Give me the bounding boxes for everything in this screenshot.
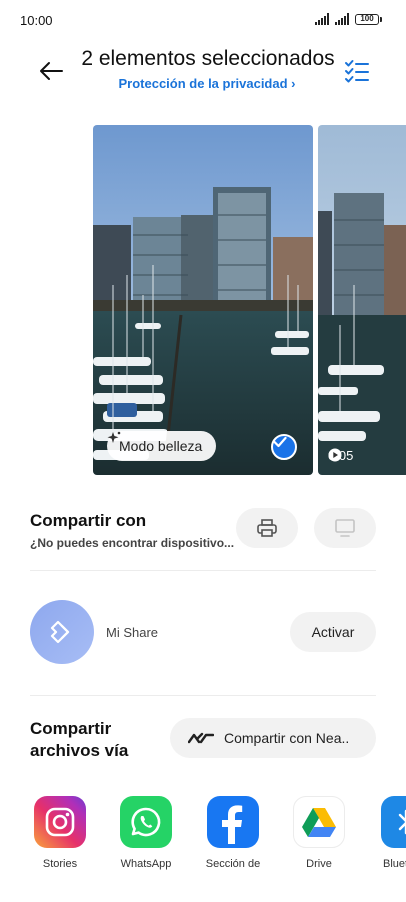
app-bluetooth[interactable]: Bluet (366, 796, 406, 870)
mi-share-row: Mi Share Activar (30, 600, 376, 664)
screen-icon (335, 519, 355, 537)
harbor-photo (93, 125, 313, 475)
status-time: 10:00 (20, 13, 53, 28)
signal-icon-2 (335, 13, 349, 25)
selected-check-badge[interactable] (271, 434, 297, 460)
app-label: Sección de (205, 858, 261, 870)
nearby-share-label: Compartir con Nea.. (224, 730, 350, 746)
status-bar: 10:00 100 (0, 0, 406, 40)
divider (30, 695, 376, 696)
nearby-share-icon (188, 732, 214, 744)
cast-screen-button[interactable] (314, 508, 376, 548)
mi-share-label: Mi Share (106, 625, 159, 640)
beauty-mode-label: Modo belleza (119, 438, 203, 454)
selected-video[interactable]: 0:05 (318, 125, 406, 475)
play-icon (328, 448, 342, 462)
share-with-section: Compartir con ¿No puedes encontrar dispo… (30, 508, 376, 558)
media-strip: Modo belleza (93, 125, 406, 475)
google-drive-icon (293, 796, 345, 848)
activate-button[interactable]: Activar (290, 612, 376, 652)
video-duration: 0:05 (328, 448, 353, 463)
app-instagram[interactable]: Stories (20, 796, 100, 870)
share-files-section: Compartir archivos vía Compartir con Nea… (30, 718, 376, 764)
app-label: Bluet (383, 858, 406, 870)
privacy-link-label: Protección de la privacidad (118, 76, 288, 91)
battery-level: 100 (355, 14, 379, 25)
header: 2 elementos seleccionados Protección de … (0, 40, 406, 110)
app-label: Stories (42, 858, 78, 870)
share-with-subtitle[interactable]: ¿No puedes encontrar dispositivo... (30, 536, 234, 550)
selected-photo[interactable]: Modo belleza (93, 125, 313, 475)
facebook-icon (207, 796, 259, 848)
sparkle-icon (107, 431, 121, 443)
chevron-right-icon: › (291, 76, 296, 91)
mi-share-icon (30, 600, 94, 664)
share-with-title: Compartir con (30, 511, 147, 530)
print-button[interactable] (236, 508, 298, 548)
battery-icon: 100 (355, 14, 382, 25)
harbor-video-thumbnail (318, 125, 406, 475)
printer-icon (257, 519, 277, 537)
checklist-icon[interactable] (344, 58, 370, 84)
instagram-icon (34, 796, 86, 848)
beauty-mode-button[interactable]: Modo belleza (107, 431, 217, 461)
share-apps-row: Stories WhatsApp Sección de Drive Bluet (0, 796, 406, 876)
divider (30, 570, 376, 571)
app-whatsapp[interactable]: WhatsApp (106, 796, 186, 870)
app-label: Drive (306, 858, 332, 870)
app-drive[interactable]: Drive (279, 796, 359, 870)
status-icons: 100 (315, 13, 382, 25)
nearby-share-button[interactable]: Compartir con Nea.. (170, 718, 376, 758)
signal-icon (315, 13, 329, 25)
check-icon (273, 436, 287, 448)
app-facebook[interactable]: Sección de (193, 796, 273, 870)
app-label: WhatsApp (120, 858, 172, 870)
bluetooth-icon (381, 796, 406, 848)
whatsapp-icon (120, 796, 172, 848)
share-files-title: Compartir archivos vía (30, 719, 129, 760)
